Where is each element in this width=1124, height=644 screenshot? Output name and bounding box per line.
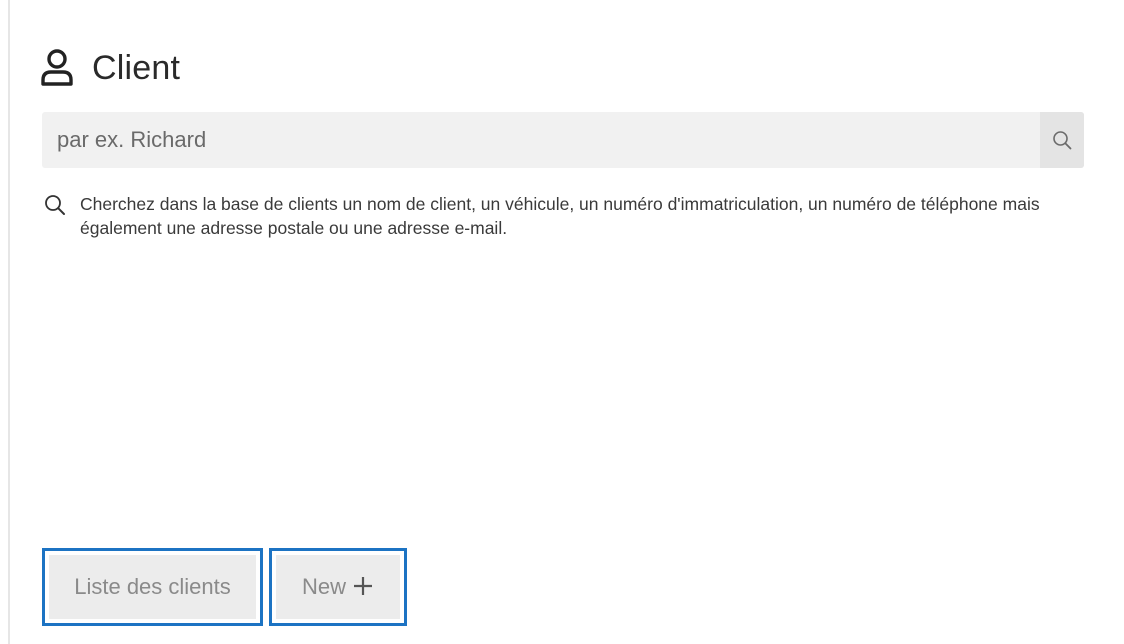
search-icon (44, 194, 66, 216)
new-client-label: New (301, 574, 346, 599)
client-search-box (42, 112, 1084, 168)
client-list-button[interactable]: Liste des clients (42, 548, 263, 626)
plus-icon (352, 575, 374, 599)
panel-header: Client (40, 44, 180, 92)
client-list-label: Liste des clients (74, 574, 231, 599)
search-button[interactable] (1040, 112, 1084, 168)
page-title: Client (92, 48, 181, 87)
search-hint: Cherchez dans la base de clients un nom … (44, 192, 1104, 240)
search-icon (1053, 131, 1072, 150)
hint-text: Cherchez dans la base de clients un nom … (80, 194, 1040, 238)
user-icon (40, 48, 74, 88)
panel-left-border (8, 0, 10, 644)
client-search-input[interactable] (42, 112, 1040, 168)
new-client-button[interactable]: New (269, 548, 407, 626)
